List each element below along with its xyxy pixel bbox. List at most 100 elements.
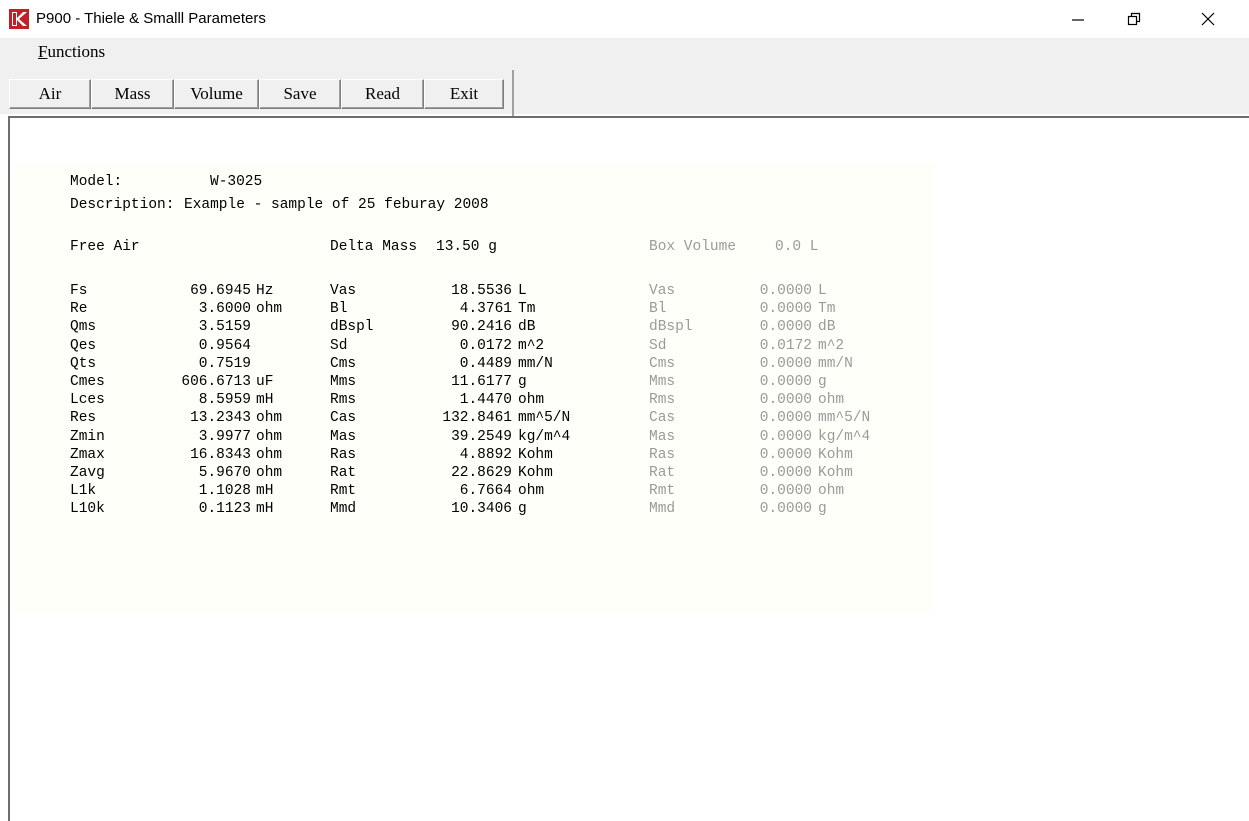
delta-mass-param-unit: Kohm [518, 447, 553, 463]
app-logo-icon [9, 9, 29, 29]
box-volume-param-unit: mm^5/N [818, 410, 871, 426]
description-value: Example - sample of 25 feburay 2008 [184, 197, 489, 213]
air-button[interactable]: Air [9, 79, 91, 109]
window-title: P900 - Thiele & Smalll Parameters [36, 10, 266, 27]
box-volume-param-name: Rms [649, 392, 676, 408]
delta-mass-param-unit: mm/N [518, 356, 553, 372]
menu-functions[interactable]: Functions [38, 42, 105, 62]
menu-functions-label: unctions [47, 42, 106, 61]
box-volume-param-value: 0.0000 [759, 283, 812, 299]
description-label: Description: [70, 197, 175, 213]
free-air-heading: Free Air [70, 239, 140, 255]
delta-mass-param-name: Rmt [330, 483, 357, 499]
delta-mass-param-unit: dB [518, 319, 536, 335]
model-value: W-3025 [210, 174, 263, 190]
box-volume-param-value: 0.0172 [759, 338, 812, 354]
delta-mass-param-value: 4.8892 [459, 447, 512, 463]
box-volume-param-value: 0.0000 [759, 501, 812, 517]
delta-mass-param-name: Mms [330, 374, 357, 390]
free-air-param-unit: mH [256, 501, 274, 517]
delta-mass-param-unit: g [518, 374, 527, 390]
delta-mass-param-unit: Kohm [518, 465, 553, 481]
delta-mass-param-name: Rat [330, 465, 357, 481]
delta-mass-param-name: Ras [330, 447, 357, 463]
delta-mass-param-name: Mmd [330, 501, 357, 517]
box-volume-param-value: 0.0000 [759, 374, 812, 390]
volume-button[interactable]: Volume [174, 79, 259, 109]
box-volume-param-value: 0.0000 [759, 447, 812, 463]
free-air-param-value: 69.6945 [190, 283, 251, 299]
minimize-button[interactable] [1050, 0, 1106, 38]
box-volume-param-unit: Kohm [818, 465, 853, 481]
box-volume-param-name: Mas [649, 429, 676, 445]
box-volume-label: Box Volume [649, 239, 737, 255]
restore-button[interactable] [1106, 0, 1162, 38]
free-air-param-name: Qts [70, 356, 97, 372]
free-air-param-name: Lces [70, 392, 105, 408]
delta-mass-param-name: Mas [330, 429, 357, 445]
free-air-param-unit: ohm [256, 410, 283, 426]
box-volume-param-unit: ohm [818, 483, 845, 499]
mass-button[interactable]: Mass [91, 79, 174, 109]
box-volume-param-name: Cas [649, 410, 676, 426]
free-air-param-unit: ohm [256, 465, 283, 481]
free-air-param-value: 0.7519 [198, 356, 251, 372]
delta-mass-param-value: 90.2416 [451, 319, 512, 335]
free-air-param-name: L10k [70, 501, 105, 517]
free-air-param-name: Res [70, 410, 97, 426]
free-air-param-value: 5.9670 [198, 465, 251, 481]
free-air-param-value: 1.1028 [198, 483, 251, 499]
free-air-param-name: Zavg [70, 465, 105, 481]
box-volume-param-value: 0.0000 [759, 301, 812, 317]
delta-mass-param-unit: kg/m^4 [518, 429, 571, 445]
delta-mass-param-unit: m^2 [518, 338, 545, 354]
menu-bar: Functions [0, 38, 1249, 66]
free-air-param-name: Zmin [70, 429, 105, 445]
box-volume-param-unit: ohm [818, 392, 845, 408]
box-volume-param-name: Rmt [649, 483, 676, 499]
delta-mass-param-value: 18.5536 [451, 283, 512, 299]
delta-mass-value: 13.50 g [436, 239, 497, 255]
box-volume-param-name: Vas [649, 283, 676, 299]
delta-mass-param-value: 6.7664 [459, 483, 512, 499]
box-volume-param-value: 0.0000 [759, 465, 812, 481]
close-button[interactable] [1180, 0, 1236, 38]
box-volume-param-unit: dB [818, 319, 836, 335]
delta-mass-param-unit: L [518, 283, 527, 299]
free-air-param-value: 3.9977 [198, 429, 251, 445]
box-volume-param-unit: L [818, 283, 827, 299]
box-volume-param-name: dBspl [649, 319, 693, 335]
box-volume-param-name: Rat [649, 465, 676, 481]
box-volume-param-name: Ras [649, 447, 676, 463]
free-air-param-name: Fs [70, 283, 88, 299]
restore-icon [1127, 12, 1141, 26]
delta-mass-param-name: Cms [330, 356, 357, 372]
free-air-param-name: Re [70, 301, 88, 317]
box-volume-param-unit: m^2 [818, 338, 845, 354]
delta-mass-param-value: 11.6177 [451, 374, 512, 390]
free-air-param-value: 0.9564 [198, 338, 251, 354]
toolbar-divider [512, 70, 514, 116]
free-air-param-name: Qms [70, 319, 97, 335]
exit-button[interactable]: Exit [424, 79, 504, 109]
save-button[interactable]: Save [259, 79, 341, 109]
read-button[interactable]: Read [341, 79, 424, 109]
delta-mass-param-unit: mm^5/N [518, 410, 571, 426]
delta-mass-param-name: Sd [330, 338, 348, 354]
box-volume-param-name: Mms [649, 374, 676, 390]
box-volume-param-unit: Tm [818, 301, 836, 317]
delta-mass-param-value: 0.4489 [459, 356, 512, 372]
free-air-param-unit: uF [256, 374, 274, 390]
free-air-param-value: 16.8343 [190, 447, 251, 463]
minimize-icon [1072, 19, 1084, 21]
box-volume-param-value: 0.0000 [759, 410, 812, 426]
delta-mass-param-unit: ohm [518, 392, 545, 408]
free-air-param-name: Cmes [70, 374, 105, 390]
free-air-param-unit: ohm [256, 447, 283, 463]
free-air-param-name: L1k [70, 483, 97, 499]
box-volume-param-name: Sd [649, 338, 667, 354]
delta-mass-param-name: dBspl [330, 319, 374, 335]
delta-mass-param-value: 10.3406 [451, 501, 512, 517]
free-air-param-value: 8.5959 [198, 392, 251, 408]
box-volume-param-name: Mmd [649, 501, 676, 517]
